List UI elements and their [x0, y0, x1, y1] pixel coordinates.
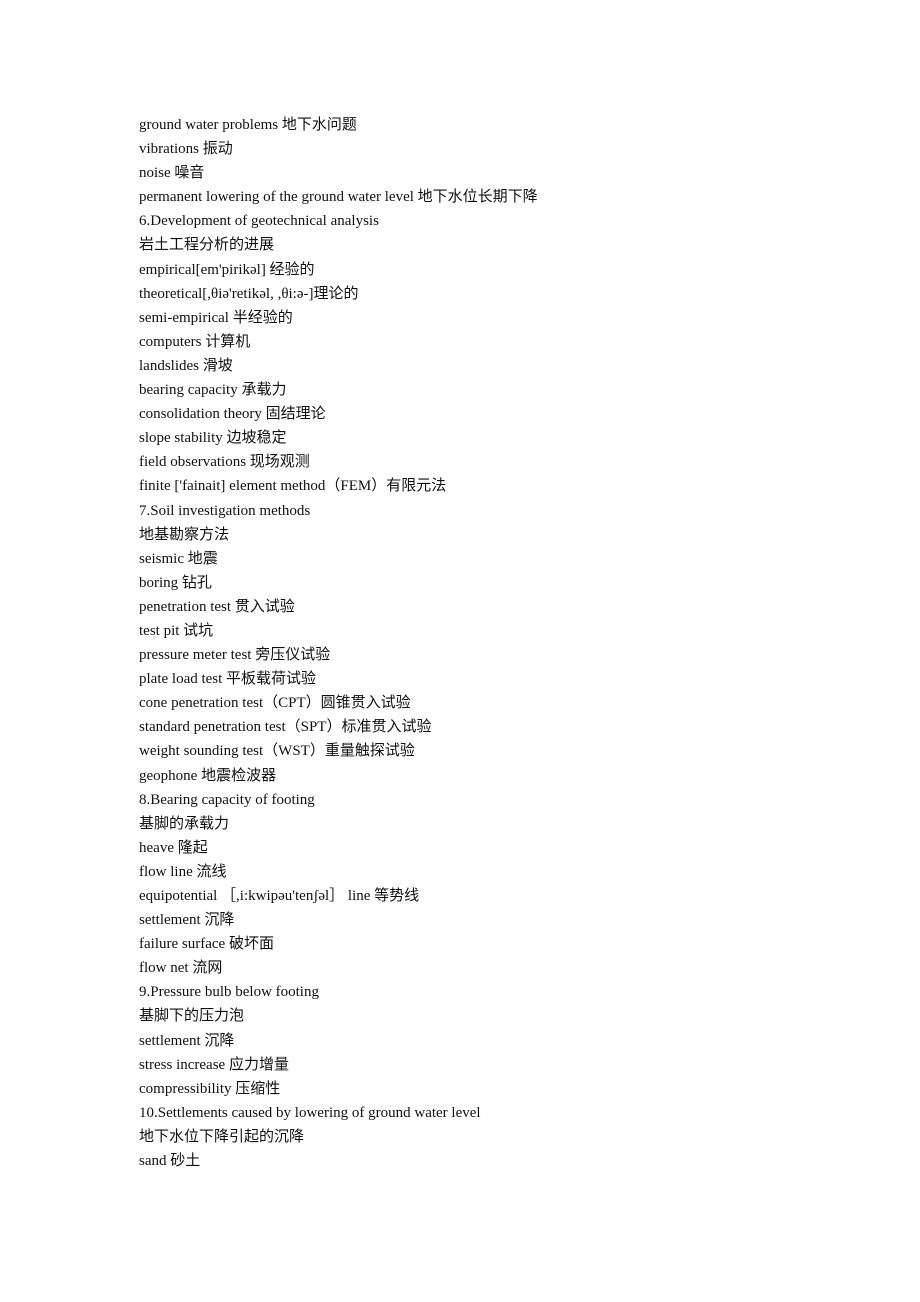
text-line: ground water problems 地下水问题	[139, 117, 357, 133]
text-line: 基脚的承载力	[139, 815, 230, 832]
document-body: ground water problems 地下水问题 vibrations 振动…	[139, 113, 538, 1173]
text-line: slope stability 边坡稳定	[139, 430, 287, 447]
section-heading: 10.Settlements caused by lowering of gro…	[139, 1104, 481, 1121]
text-line: pressure meter test 旁压仪试验	[139, 647, 331, 664]
text-line: consolidation theory 固结理论	[139, 406, 326, 423]
text-line: flow net 流网	[139, 960, 223, 977]
text-line: seismic 地震	[139, 550, 218, 567]
text-line: geophone 地震检波器	[139, 767, 277, 784]
text-line: 岩土工程分析的进展	[139, 237, 275, 254]
text-line: finite ['fainait] element method（FEM）有限元…	[139, 478, 447, 495]
text-line: bearing capacity 承载力	[139, 382, 287, 399]
text-line: 地下水位下降引起的沉降	[139, 1128, 305, 1145]
section-heading: 7.Soil investigation methods	[139, 502, 311, 519]
text-line: landslides 滑坡	[139, 357, 233, 374]
text-line: empirical[em'pirikəl] 经验的	[139, 261, 315, 278]
text-line: equipotential ［,i:kwipəu'tenʃəl］ line 等势…	[139, 888, 420, 904]
text-line: noise 噪音	[139, 165, 205, 182]
text-line: 地基勘察方法	[139, 526, 230, 543]
section-heading: 8.Bearing capacity of footing	[139, 791, 315, 808]
text-line: compressibility 压缩性	[139, 1080, 281, 1097]
text-line: field observations 现场观测	[139, 454, 310, 471]
section-heading: 6.Development of geotechnical analysis	[139, 213, 379, 230]
text-line: sand 砂土	[139, 1153, 201, 1170]
text-line: semi-empirical 半经验的	[139, 309, 293, 326]
text-line: settlement 沉降	[139, 912, 235, 929]
text-line: cone penetration test（CPT）圆锥贯入试验	[139, 695, 411, 712]
text-line: vibrations 振动	[139, 141, 233, 158]
text-line: failure surface 破坏面	[139, 936, 274, 953]
text-line: flow line 流线	[139, 863, 227, 880]
text-line: standard penetration test（SPT）标准贯入试验	[139, 719, 432, 736]
text-line: permanent lowering of the ground water l…	[139, 189, 538, 206]
section-heading: 9.Pressure bulb below footing	[139, 984, 319, 1001]
text-line: theoretical[,θiə'retikəl, ,θi:ə-]理论的	[139, 285, 359, 302]
text-line: plate load test 平板载荷试验	[139, 671, 317, 688]
text-line: stress increase 应力增量	[139, 1056, 289, 1073]
text-line: test pit 试坑	[139, 622, 214, 639]
text-line: settlement 沉降	[139, 1032, 235, 1049]
text-line: 基脚下的压力泡	[139, 1008, 245, 1025]
text-line: computers 计算机	[139, 333, 251, 350]
text-line: weight sounding test（WST）重量触探试验	[139, 743, 415, 760]
text-line: boring 钻孔	[139, 574, 212, 591]
text-line: penetration test 贯入试验	[139, 598, 295, 615]
text-line: heave 隆起	[139, 839, 208, 856]
